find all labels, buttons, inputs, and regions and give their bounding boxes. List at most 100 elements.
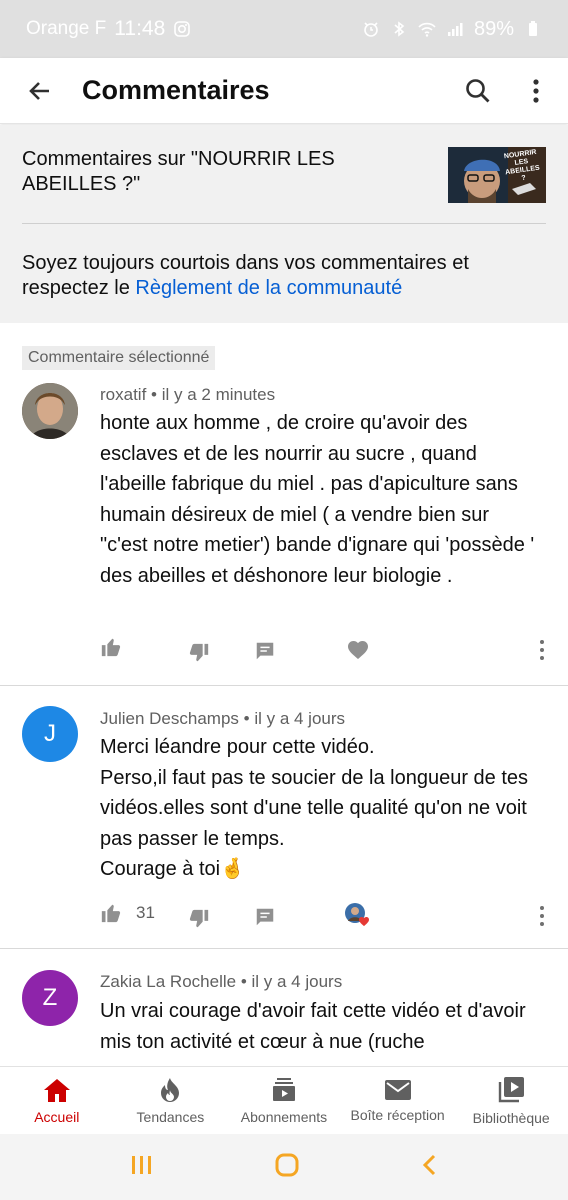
comment-time: il y a 4 jours	[251, 972, 343, 991]
comment-line: Merci léandre pour cette vidéo.	[100, 736, 375, 758]
comments-info-panel: Commentaires sur "NOURRIR LES ABEILLES ?…	[0, 125, 568, 323]
nav-label: Bibliothèque	[472, 1109, 550, 1126]
back-system-button[interactable]	[420, 1153, 438, 1182]
library-icon	[498, 1076, 525, 1102]
comment-meta: Zakia La Rochelle • il y a 4 jours	[100, 972, 342, 992]
thumb-up-icon	[101, 638, 121, 657]
nav-label: Accueil	[34, 1108, 80, 1125]
info-divider	[22, 223, 546, 224]
battery-icon	[529, 21, 537, 36]
comment-meta: Julien Deschamps • il y a 4 jours	[100, 709, 345, 729]
nav-label: Abonnements	[240, 1108, 328, 1125]
like-button[interactable]	[100, 636, 122, 658]
policy-notice: Soyez toujours courtois dans vos comment…	[22, 251, 546, 301]
alarm-icon	[364, 22, 378, 37]
signal-icon	[447, 23, 463, 36]
dislike-button[interactable]	[188, 908, 210, 930]
comment-time: il y a 4 jours	[254, 709, 346, 728]
avatar-photo	[22, 383, 78, 439]
selected-comment-label: Commentaire sélectionné	[22, 346, 216, 370]
comment-icon	[256, 642, 274, 660]
home-system-button[interactable]	[274, 1152, 300, 1183]
community-guidelines-link[interactable]: Règlement de la communauté	[135, 277, 402, 299]
heart-icon	[348, 641, 368, 659]
search-icon	[466, 78, 490, 102]
comment-author[interactable]: Zakia La Rochelle	[100, 972, 236, 991]
comment-icon	[256, 908, 274, 926]
bottom-navigation: Accueil Tendances Abonnements Boîte réce…	[0, 1066, 568, 1134]
subscriptions-icon	[272, 1077, 295, 1101]
dislike-button[interactable]	[188, 642, 210, 664]
status-bar: Orange F 11:48 89%	[0, 0, 568, 58]
nav-label: Tendances	[136, 1108, 205, 1125]
avatar[interactable]	[22, 383, 78, 439]
back-arrow-icon	[29, 81, 49, 100]
recents-button[interactable]	[130, 1154, 154, 1181]
comment-divider	[0, 948, 568, 949]
creator-heart-icon	[345, 903, 369, 927]
instagram-icon	[174, 21, 191, 37]
meta-separator: •	[243, 709, 250, 728]
heart-button[interactable]	[346, 638, 370, 660]
battery-percent: 89%	[473, 17, 514, 40]
like-count: 31	[136, 903, 155, 922]
home-system-icon	[275, 1153, 299, 1176]
more-options-button[interactable]	[516, 71, 556, 111]
meta-separator: •	[151, 385, 157, 404]
comment-more-button[interactable]	[538, 905, 546, 927]
avatar-letter: J	[44, 720, 56, 747]
comment-item: J Julien Deschamps • il y a 4 jours Merc…	[0, 704, 568, 948]
meta-separator: •	[240, 972, 247, 991]
thumb-down-icon	[189, 643, 209, 662]
page-title: Commentaires	[82, 75, 270, 105]
thumbnail-text: NOURRIR LES ABEILLES ?	[503, 148, 541, 183]
nav-subscriptions[interactable]: Abonnements	[227, 1067, 341, 1134]
reply-button[interactable]	[254, 640, 276, 662]
comment-text: Merci léandre pour cette vidéo. Perso,il…	[100, 732, 540, 885]
carrier-label: Orange F	[26, 18, 107, 39]
comment-divider	[0, 685, 568, 686]
comment-item: Z Zakia La Rochelle • il y a 4 jours Un …	[0, 968, 568, 1066]
comment-meta: roxatif • il y a 2 minutes	[100, 385, 275, 405]
comment-line: Courage à toi🤞	[100, 858, 245, 880]
more-vert-icon	[540, 906, 544, 926]
comment-line: Perso,il faut pas te soucier de la longu…	[100, 766, 529, 850]
avatar[interactable]: Z	[22, 970, 78, 1026]
comment-more-button[interactable]	[538, 639, 546, 661]
avatar[interactable]: J	[22, 706, 78, 762]
video-thumbnail[interactable]: NOURRIR LES ABEILLES ?	[448, 147, 546, 203]
wifi-icon	[418, 22, 436, 37]
recents-icon	[132, 1155, 151, 1174]
creator-heart	[344, 902, 372, 928]
comment-actions	[0, 634, 568, 664]
back-system-icon	[422, 1154, 436, 1175]
flame-icon	[161, 1077, 180, 1102]
nav-library[interactable]: Bibliothèque	[454, 1067, 568, 1134]
search-button[interactable]	[458, 71, 498, 111]
like-button[interactable]: 31	[100, 902, 155, 924]
comment-author[interactable]: roxatif	[100, 385, 146, 404]
status-time: 11:48	[114, 17, 166, 40]
mail-icon	[384, 1079, 411, 1100]
home-icon	[43, 1078, 70, 1102]
video-title: Commentaires sur "NOURRIR LES ABEILLES ?…	[22, 148, 335, 195]
comment-time: il y a 2 minutes	[161, 385, 276, 404]
nav-label: Boîte réception	[350, 1106, 445, 1123]
bluetooth-icon	[394, 21, 405, 37]
comment-actions: 31	[0, 900, 568, 930]
thumb-up-icon	[101, 904, 121, 923]
more-vert-icon	[533, 78, 539, 103]
comment-item: roxatif • il y a 2 minutes honte aux hom…	[0, 380, 568, 685]
comment-text: Un vrai courage d'avoir fait cette vidéo…	[100, 1000, 526, 1053]
system-navigation-bar	[0, 1134, 568, 1200]
nav-trending[interactable]: Tendances	[114, 1067, 228, 1134]
back-button[interactable]	[20, 71, 60, 111]
nav-inbox[interactable]: Boîte réception	[341, 1067, 455, 1134]
comment-text: honte aux homme , de croire qu'avoir des…	[100, 412, 535, 587]
more-vert-icon	[540, 640, 544, 660]
app-header: Commentaires	[0, 58, 568, 124]
reply-button[interactable]	[254, 906, 276, 928]
avatar-letter: Z	[42, 984, 58, 1011]
comment-author[interactable]: Julien Deschamps	[100, 709, 239, 728]
nav-home[interactable]: Accueil	[0, 1067, 114, 1134]
